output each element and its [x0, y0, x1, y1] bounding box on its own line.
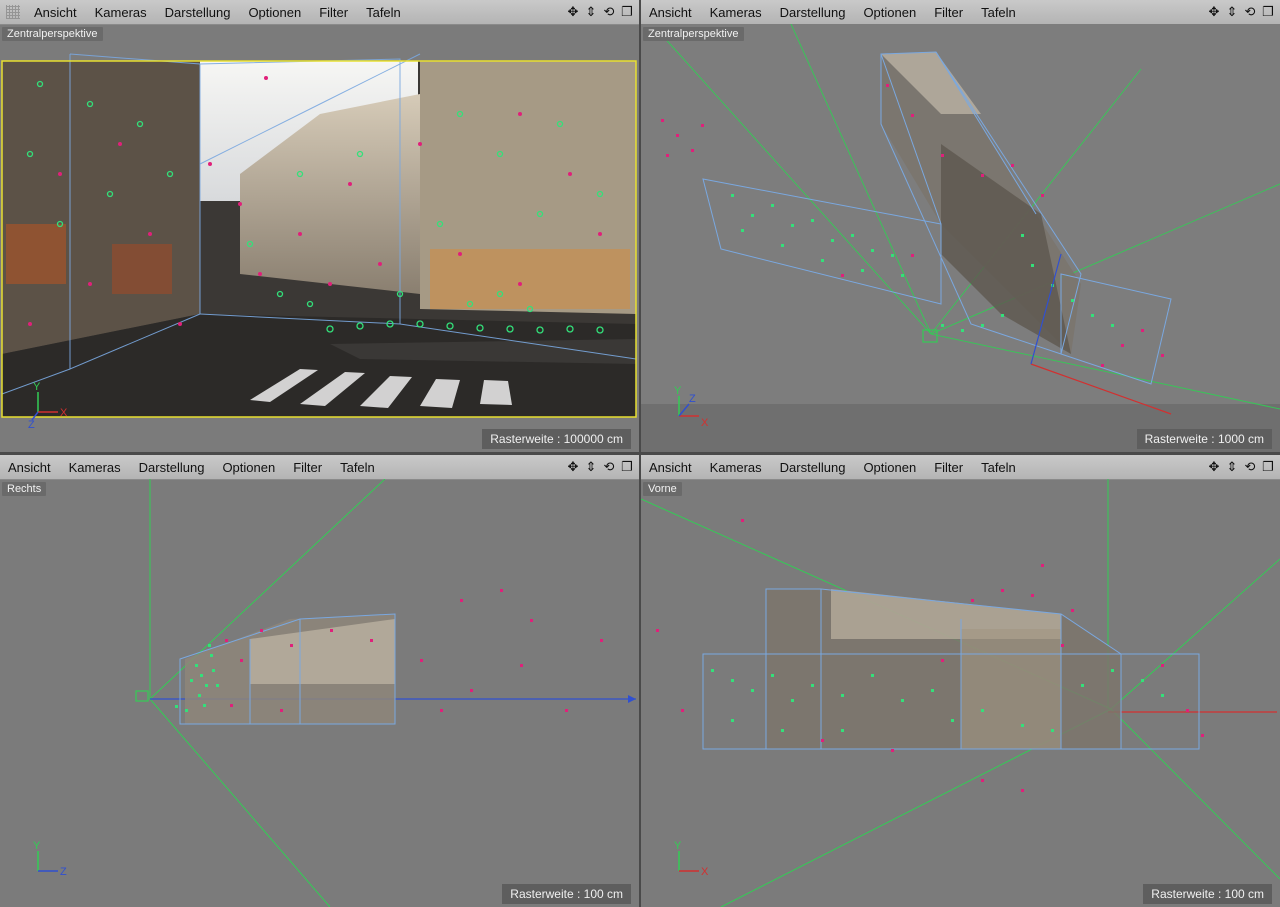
menu-kameras[interactable]: Kameras — [701, 5, 771, 20]
viewport-menubar: Ansicht Kameras Darstellung Optionen Fil… — [641, 0, 1280, 25]
rotate-icon[interactable]: ⟲ — [601, 4, 617, 20]
viewport-grid: Ansicht Kameras Darstellung Optionen Fil… — [0, 0, 1280, 907]
menu-kameras[interactable]: Kameras — [60, 460, 130, 475]
axis-label-y: Y — [674, 385, 682, 397]
zoom-icon[interactable]: ⇕ — [1224, 4, 1240, 20]
menu-darstellung[interactable]: Darstellung — [771, 460, 855, 475]
view-navigation-tools: ✥ ⇕ ⟲ ❐ — [1206, 4, 1276, 20]
zoom-icon[interactable]: ⇕ — [583, 4, 599, 20]
axis-arrow — [628, 695, 636, 703]
camera-label[interactable]: Vorne — [643, 482, 682, 496]
menu-filter[interactable]: Filter — [925, 5, 972, 20]
menu-tafeln[interactable]: Tafeln — [331, 460, 384, 475]
maximize-icon[interactable]: ❐ — [619, 459, 635, 475]
axis-label-y: Y — [33, 381, 41, 393]
grid-spacing-readout: Rasterweite : 100 cm — [502, 884, 631, 904]
photo-plane — [185, 614, 395, 724]
axis-label-x: X — [701, 417, 709, 429]
menu-tafeln[interactable]: Tafeln — [972, 460, 1025, 475]
viewport-scene[interactable]: Y X Z — [0, 24, 639, 452]
axis-gizmo: Y X — [674, 840, 709, 878]
rotate-icon[interactable]: ⟲ — [1242, 4, 1258, 20]
view-navigation-tools: ✥ ⇕ ⟲ ❐ — [565, 459, 635, 475]
rotate-icon[interactable]: ⟲ — [1242, 459, 1258, 475]
view-navigation-tools: ✥ ⇕ ⟲ ❐ — [1206, 459, 1276, 475]
menu-optionen[interactable]: Optionen — [213, 460, 284, 475]
axis-label-z: Z — [60, 866, 67, 878]
zoom-icon[interactable]: ⇕ — [1224, 459, 1240, 475]
menu-kameras[interactable]: Kameras — [86, 5, 156, 20]
maximize-icon[interactable]: ❐ — [1260, 459, 1276, 475]
zoom-icon[interactable]: ⇕ — [583, 459, 599, 475]
maximize-icon[interactable]: ❐ — [1260, 4, 1276, 20]
viewport-top-right[interactable]: Ansicht Kameras Darstellung Optionen Fil… — [641, 0, 1280, 452]
menu-tafeln[interactable]: Tafeln — [357, 5, 410, 20]
grid-spacing-readout: Rasterweite : 1000 cm — [1136, 429, 1272, 449]
viewport-menubar: Ansicht Kameras Darstellung Optionen Fil… — [0, 455, 639, 480]
move-icon[interactable]: ✥ — [1206, 459, 1222, 475]
viewport-bottom-right[interactable]: Ansicht Kameras Darstellung Optionen Fil… — [641, 455, 1280, 907]
axis-label-y: Y — [674, 840, 682, 852]
menu-filter[interactable]: Filter — [310, 5, 357, 20]
menu-optionen[interactable]: Optionen — [239, 5, 310, 20]
menu-filter[interactable]: Filter — [925, 460, 972, 475]
grid-spacing-readout: Rasterweite : 100 cm — [1143, 884, 1272, 904]
menu-optionen[interactable]: Optionen — [854, 460, 925, 475]
menu-tafeln[interactable]: Tafeln — [972, 5, 1025, 20]
axis-label-z: Z — [689, 393, 696, 405]
menu-ansicht[interactable]: Ansicht — [641, 5, 701, 20]
photo-plane — [766, 589, 1121, 749]
move-icon[interactable]: ✥ — [565, 4, 581, 20]
viewport-menubar: Ansicht Kameras Darstellung Optionen Fil… — [0, 0, 639, 25]
menu-ansicht[interactable]: Ansicht — [641, 460, 701, 475]
axis-label-x: X — [60, 407, 68, 419]
viewport-scene[interactable]: Y X Z — [641, 24, 1280, 452]
axis-label-y: Y — [33, 840, 41, 852]
axis-label-z: Z — [28, 419, 35, 431]
viewport-menubar: Ansicht Kameras Darstellung Optionen Fil… — [641, 455, 1280, 480]
grid-spacing-readout: Rasterweite : 100000 cm — [482, 429, 631, 449]
menu-ansicht[interactable]: Ansicht — [26, 5, 86, 20]
menu-kameras[interactable]: Kameras — [701, 460, 771, 475]
rotate-icon[interactable]: ⟲ — [601, 459, 617, 475]
menu-darstellung[interactable]: Darstellung — [130, 460, 214, 475]
move-icon[interactable]: ✥ — [565, 459, 581, 475]
camera-label[interactable]: Zentralperspektive — [643, 27, 744, 41]
camera-label[interactable]: Zentralperspektive — [2, 27, 103, 41]
menu-ansicht[interactable]: Ansicht — [0, 460, 60, 475]
menu-darstellung[interactable]: Darstellung — [771, 5, 855, 20]
move-icon[interactable]: ✥ — [1206, 4, 1222, 20]
viewport-bottom-left[interactable]: Ansicht Kameras Darstellung Optionen Fil… — [0, 455, 639, 907]
axis-gizmo: Y Z — [33, 840, 67, 878]
menu-filter[interactable]: Filter — [284, 460, 331, 475]
menu-darstellung[interactable]: Darstellung — [156, 5, 240, 20]
viewport-scene[interactable]: Y X — [641, 479, 1280, 907]
axis-label-x: X — [701, 866, 709, 878]
panel-grip-icon[interactable] — [6, 5, 20, 19]
maximize-icon[interactable]: ❐ — [619, 4, 635, 20]
background-photo — [2, 61, 636, 417]
viewport-top-left[interactable]: Ansicht Kameras Darstellung Optionen Fil… — [0, 0, 639, 452]
view-navigation-tools: ✥ ⇕ ⟲ ❐ — [565, 4, 635, 20]
camera-label[interactable]: Rechts — [2, 482, 47, 496]
menu-optionen[interactable]: Optionen — [854, 5, 925, 20]
viewport-scene[interactable]: Y Z — [0, 479, 639, 907]
camera-object — [135, 690, 149, 702]
